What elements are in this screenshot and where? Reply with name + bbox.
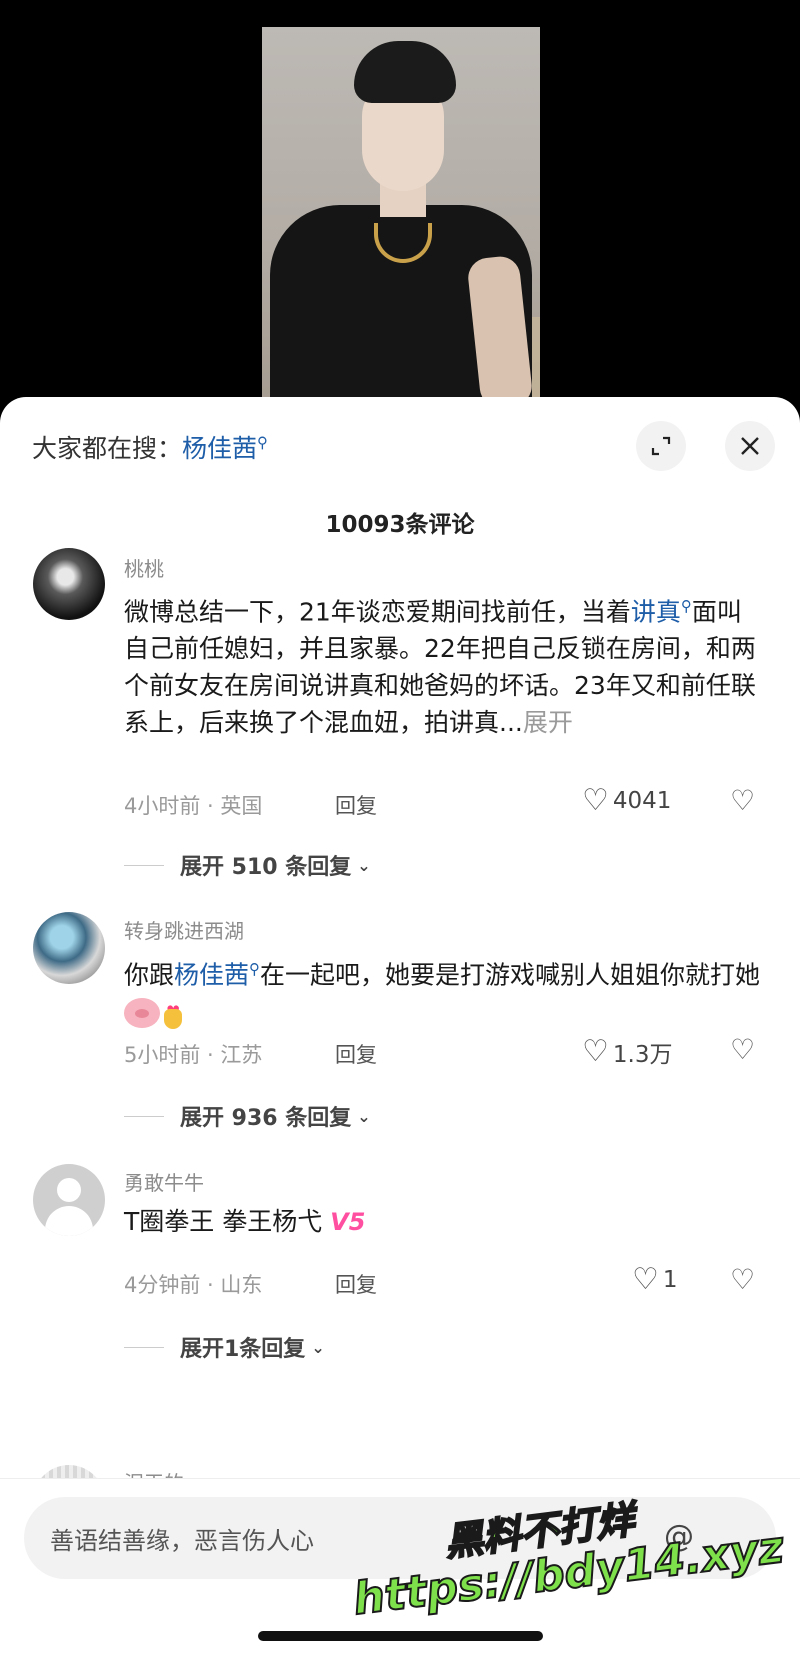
reply-button[interactable]: 回复	[335, 1269, 377, 1299]
search-term-link[interactable]: 杨佳茜	[182, 434, 257, 463]
chevron-down-icon: ⌄	[357, 855, 371, 875]
expand-replies-button[interactable]: 展开1条回复 ⌄	[124, 1331, 325, 1363]
comment-username[interactable]: 桃桃	[124, 553, 164, 582]
default-avatar-icon	[57, 1178, 81, 1202]
expand-replies-button[interactable]: 展开 510 条回复 ⌄	[124, 849, 371, 881]
expand-replies-label: 展开 936 条回复	[180, 1106, 352, 1131]
broken-heart-icon: ♡	[730, 1263, 756, 1296]
comment-text-part: 微博总结一下，21年谈恋爱期间找前任，当着	[124, 597, 631, 627]
heart-hand-emoji	[160, 993, 186, 1030]
like-button[interactable]: ♡ 1	[632, 1265, 678, 1295]
like-count: 1.3万	[612, 1042, 673, 1068]
comment-text-part: 在一起吧，她要是打游戏喊别人姐姐你就打她	[260, 960, 761, 990]
search-icon: ⚲	[257, 433, 269, 452]
expand-replies-button[interactable]: 展开 936 条回复 ⌄	[124, 1100, 371, 1132]
chevron-down-icon: ⌄	[311, 1337, 325, 1357]
comment-meta: 4小时前 · 英国	[124, 794, 263, 818]
home-indicator	[258, 1631, 543, 1641]
comment-input-placeholder: 善语结善缘，恶言伤人心	[50, 1526, 314, 1555]
comment-text: 你跟杨佳茜⚲在一起吧，她要是打游戏喊别人姐姐你就打她	[124, 951, 764, 1030]
comment-username[interactable]: 勇敢牛牛	[124, 1167, 204, 1196]
heart-icon: ♡	[582, 783, 609, 818]
reply-button[interactable]: 回复	[335, 1039, 377, 1069]
comment-text-part: 你跟	[124, 960, 175, 990]
comment-search-link[interactable]: 讲真	[631, 597, 681, 626]
heart-icon: ♡	[632, 1262, 659, 1297]
expand-sheet-button[interactable]	[636, 421, 686, 471]
comment-text: T圈拳王 拳王杨弋 V5	[124, 1203, 764, 1241]
close-icon	[741, 437, 759, 455]
divider-line	[124, 1346, 164, 1348]
expand-icon	[651, 436, 671, 456]
video-frame	[262, 27, 540, 407]
comments-sheet: 大家都在搜：杨佳茜⚲ 10093条评论 桃桃 微博总结一下，21年谈恋爱期间找前…	[0, 397, 800, 1662]
broken-heart-icon: ♡	[730, 784, 756, 817]
avatar[interactable]	[33, 912, 105, 984]
like-count: 1	[662, 1267, 678, 1293]
divider-line	[124, 864, 164, 866]
trending-search[interactable]: 大家都在搜：杨佳茜⚲	[32, 429, 268, 465]
comment-meta: 4分钟前 · 山东	[124, 1273, 263, 1297]
dislike-button[interactable]: ♡	[730, 1036, 755, 1064]
search-icon: ⚲	[249, 960, 261, 978]
chevron-down-icon: ⌄	[357, 1106, 371, 1126]
comment-meta: 5小时前 · 江苏	[124, 1043, 263, 1067]
search-icon: ⚲	[680, 597, 692, 615]
close-button[interactable]	[725, 421, 775, 471]
like-button[interactable]: ♡ 1.3万	[582, 1035, 672, 1069]
dislike-button[interactable]: ♡	[730, 1266, 755, 1294]
expand-text-link[interactable]: 展开	[523, 708, 573, 737]
search-prefix: 大家都在搜：	[32, 434, 183, 463]
expand-replies-label: 展开1条回复	[180, 1337, 306, 1362]
broken-heart-icon: ♡	[730, 1033, 756, 1066]
comment-text-part: T圈拳王 拳王杨弋	[124, 1207, 323, 1236]
comment-text: 微博总结一下，21年谈恋爱期间找前任，当着讲真⚲面叫自己前任媳妇，并且家暴。22…	[124, 588, 764, 741]
comment-search-link[interactable]: 杨佳茜	[174, 960, 249, 989]
video-area[interactable]	[0, 0, 800, 407]
v5-badge: V5	[330, 1208, 366, 1236]
avatar[interactable]	[33, 548, 105, 620]
expand-replies-label: 展开 510 条回复	[180, 855, 352, 880]
like-button[interactable]: ♡ 4041	[582, 786, 671, 816]
comment-count: 10093条评论	[325, 512, 475, 538]
default-avatar-shoulders	[45, 1206, 93, 1236]
heart-icon: ♡	[582, 1034, 609, 1069]
avatar[interactable]	[33, 1164, 105, 1236]
divider-line	[124, 1115, 164, 1117]
person-cap	[354, 41, 456, 103]
reply-button[interactable]: 回复	[335, 790, 377, 820]
dislike-button[interactable]: ♡	[730, 787, 755, 815]
comment-username[interactable]: 转身跳进西湖	[124, 915, 244, 944]
pig-emoji	[124, 998, 160, 1029]
like-count: 4041	[612, 788, 672, 814]
